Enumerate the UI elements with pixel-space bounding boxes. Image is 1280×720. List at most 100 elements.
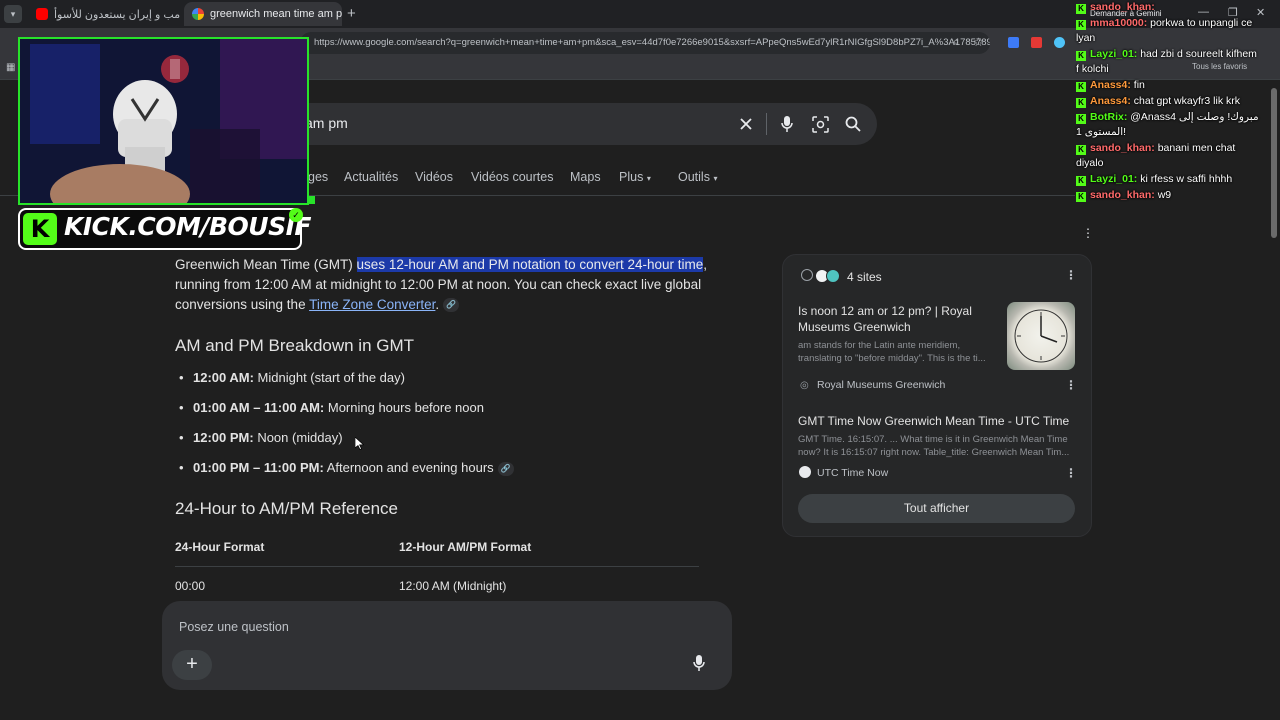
more-options-icon[interactable]: ⋮ xyxy=(1082,226,1094,240)
microphone-icon[interactable] xyxy=(774,111,800,137)
chat-message: K Layzi_01: ki rfess w saffi hhhh xyxy=(1076,172,1260,187)
intro-highlight[interactable]: uses 12-hour AM and PM notation to conve… xyxy=(356,257,704,272)
bullet-bold: 01:00 AM – 11:00 AM: xyxy=(193,400,325,415)
extension-icon[interactable] xyxy=(1031,37,1042,48)
chat-username[interactable]: Layzi_01: xyxy=(1090,48,1140,60)
source-title[interactable]: Is noon 12 am or 12 pm? | Royal Museums … xyxy=(798,303,993,335)
address-bar[interactable]: https://www.google.com/search?q=greenwic… xyxy=(300,32,990,54)
extension-icon[interactable] xyxy=(1008,37,1019,48)
kick-badge-icon: K xyxy=(1076,145,1086,155)
mouse-cursor xyxy=(354,436,365,455)
source-thumbnail[interactable] xyxy=(1007,302,1075,370)
heading-reference: 24-Hour to AM/PM Reference xyxy=(175,499,398,518)
chat-message: Ksando_khan: w9 xyxy=(1076,188,1260,203)
tab-google-search[interactable]: greenwich mean time am pm - ✕ xyxy=(184,2,342,26)
chat-message: Kmma10000: porkwa to unpangli ce lyan xyxy=(1076,16,1260,46)
kick-logo-icon: K xyxy=(23,213,57,245)
kick-badge-icon: K xyxy=(1076,176,1086,186)
source-site[interactable]: Royal Museums Greenwich xyxy=(817,379,945,391)
chat-message: K Anass4: chat gpt wkayfr3 lik krk xyxy=(1076,94,1260,109)
table-header: 24-Hour Format xyxy=(175,540,265,554)
list-item: 01:00 PM – 11:00 PM: Afternoon and eveni… xyxy=(179,460,514,476)
chat-message: K Layzi_01: had zbi d soureelt kifhem f k… xyxy=(1076,47,1260,77)
chat-username[interactable]: Anass4: xyxy=(1090,95,1134,107)
chat-username[interactable]: sando_khan: xyxy=(1090,142,1158,154)
webcam-overlay xyxy=(18,37,309,205)
list-item: 12:00 AM: Midnight (start of the day) xyxy=(179,370,405,385)
link-icon[interactable]: 🔗 xyxy=(497,461,514,476)
clear-search-icon[interactable] xyxy=(733,111,759,137)
clock-icon xyxy=(799,466,811,478)
more-options-icon[interactable]: ⋮ xyxy=(1065,466,1077,480)
show-all-button[interactable]: Tout afficher xyxy=(798,494,1075,523)
search-icon[interactable] xyxy=(840,111,866,137)
more-options-icon[interactable]: ⋮ xyxy=(1065,378,1077,392)
bullet-text: Morning hours before noon xyxy=(324,400,484,415)
time-zone-converter-link[interactable]: Time Zone Converter xyxy=(309,297,435,312)
extension-icon[interactable] xyxy=(1054,37,1065,48)
tab-short-videos[interactable]: Vidéos courtes xyxy=(471,170,553,184)
microphone-icon[interactable] xyxy=(692,654,712,676)
chat-username[interactable]: sando_khan: xyxy=(1090,189,1158,201)
tab-news[interactable]: Actualités xyxy=(344,170,398,184)
more-options-icon[interactable]: ⋮ xyxy=(1065,268,1077,282)
site-favicon xyxy=(826,269,840,283)
chat-message: Ksando_khan: xyxy=(1076,0,1260,15)
source-snippet: am stands for the Latin ante meridiem, xyxy=(798,340,961,351)
page-scrollbar[interactable] xyxy=(1271,88,1277,238)
chat-username[interactable]: BotRix: xyxy=(1090,111,1130,123)
link-icon[interactable]: 🔗 xyxy=(443,298,460,313)
sources-count[interactable]: 4 sites xyxy=(847,270,882,284)
chat-username[interactable]: Layzi_01: xyxy=(1090,173,1140,185)
kick-badge-icon: K xyxy=(1076,4,1086,14)
source-snippet: GMT Time. 16:15:07. ... What time is it … xyxy=(798,434,1068,445)
add-attachment-button[interactable]: + xyxy=(172,650,212,680)
tab-youtube[interactable]: ترامب و إيران يستعدون للأسوأ - ... ✕ xyxy=(28,2,180,26)
new-tab-button[interactable]: + xyxy=(347,5,356,22)
list-item: 01:00 AM – 11:00 AM: Morning hours befor… xyxy=(179,400,484,415)
chat-username[interactable]: mma10000: xyxy=(1090,17,1150,29)
bullet-bold: 01:00 PM – 11:00 PM: xyxy=(193,460,324,475)
lens-camera-icon[interactable] xyxy=(807,111,833,137)
source-snippet: now? It is 16:15:07 right now. Table_tit… xyxy=(798,447,1070,458)
bullet-text: Noon (midday) xyxy=(253,430,343,445)
answer-intro: Greenwich Mean Time (GMT) uses 12-hour A… xyxy=(175,255,715,315)
source-site[interactable]: UTC Time Now xyxy=(817,467,888,479)
tab-tools[interactable]: Outils ▾ xyxy=(678,170,717,184)
globe-icon: ◎ xyxy=(800,380,809,391)
source-title[interactable]: GMT Time Now Greenwich Mean Time - UTC T… xyxy=(798,414,1078,428)
search-divider xyxy=(766,113,767,135)
kick-channel-text: KICK.COM/BOUSIF xyxy=(64,212,312,241)
chat-text: fin xyxy=(1133,79,1145,91)
tab-maps[interactable]: Maps xyxy=(570,170,601,184)
bullet-bold: 12:00 AM: xyxy=(193,370,254,385)
heading-breakdown: AM and PM Breakdown in GMT xyxy=(175,336,415,355)
tab-videos[interactable]: Vidéos xyxy=(415,170,453,184)
kick-badge-icon: K xyxy=(1076,114,1086,124)
chat-username[interactable]: Anass4: xyxy=(1090,79,1134,91)
apps-grid-icon[interactable]: ▦ xyxy=(6,62,15,73)
bookmark-star-icon[interactable]: ☆ xyxy=(973,35,984,49)
tab-images[interactable]: ges xyxy=(308,170,328,184)
globe-icon xyxy=(801,269,813,281)
chevron-down-icon: ▾ xyxy=(713,174,718,183)
tab-title: greenwich mean time am pm - xyxy=(210,8,342,20)
ask-question-box[interactable] xyxy=(162,601,732,690)
chat-username[interactable]: sando_khan: xyxy=(1090,1,1155,13)
chevron-down-icon: ▾ xyxy=(646,174,651,183)
search-query[interactable]: am pm xyxy=(305,115,348,131)
intro-text: Greenwich Mean Time (GMT) xyxy=(175,257,357,272)
kick-badge-icon: K xyxy=(1076,98,1086,108)
bullet-bold: 12:00 PM: xyxy=(193,430,254,445)
tab-more[interactable]: Plus ▾ xyxy=(619,170,651,184)
ask-input-placeholder[interactable]: Posez une question xyxy=(179,620,289,634)
table-cell: 12:00 AM (Midnight) xyxy=(399,579,507,593)
tab-title: ترامب و إيران يستعدون للأسوأ - ... xyxy=(54,8,180,21)
table-header: 12-Hour AM/PM Format xyxy=(399,540,532,554)
tab-tools-label: Outils xyxy=(678,170,710,184)
chat-message: K BotRix: @Anass4 مبروك! وصلت إلى المستوى… xyxy=(1076,110,1260,140)
chat-text: ki rfess w saffi hhhh xyxy=(1140,173,1233,185)
tab-search-button[interactable]: ▾ xyxy=(4,5,22,23)
youtube-icon xyxy=(36,8,48,20)
zoom-icon[interactable]: ⌕ xyxy=(953,36,959,49)
